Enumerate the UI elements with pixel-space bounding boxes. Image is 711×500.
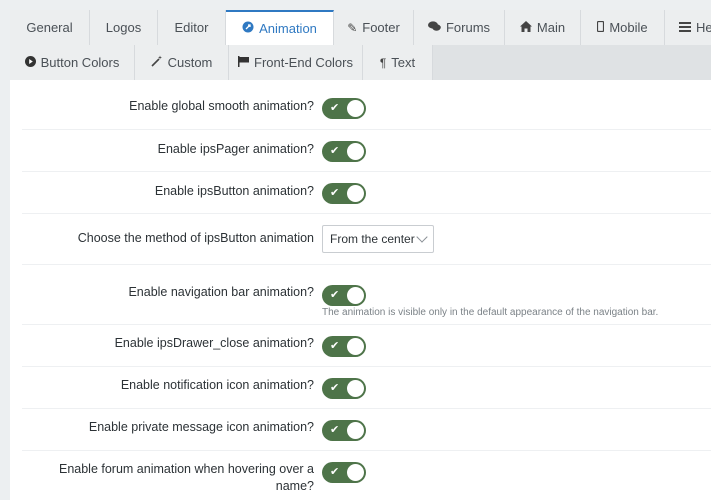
setting-row: Enable notification icon animation? ✔ [22, 367, 711, 409]
setting-label: Choose the method of ipsButton animation [77, 231, 314, 245]
bars-icon [679, 21, 691, 35]
animation-settings-form: Enable global smooth animation? ✔ Enable… [10, 80, 711, 500]
setting-label: Enable global smooth animation? [129, 99, 314, 113]
tab-label: Mobile [609, 20, 648, 35]
setting-row: Enable navigation bar animation? ✔ The a… [22, 265, 711, 325]
check-icon: ✔ [330, 145, 340, 157]
global-smooth-animation-toggle[interactable]: ✔ [322, 98, 366, 119]
tab-footer[interactable]: ✎ Footer [334, 10, 414, 45]
rocket-icon [242, 21, 254, 36]
check-icon: ✔ [330, 382, 340, 394]
tab-label: Footer [362, 20, 400, 35]
setting-row: Enable ipsPager animation? ✔ [22, 130, 711, 172]
tab-mobile[interactable]: Mobile [581, 10, 665, 45]
paragraph-icon: ¶ [379, 55, 387, 70]
setting-label: Enable private message icon animation? [88, 420, 314, 434]
tab-label: Front-End Colors [254, 55, 353, 70]
check-icon: ✔ [330, 340, 340, 352]
tab-label: Main [536, 20, 566, 35]
tab-button-colors[interactable]: Button Colors [10, 45, 135, 80]
comments-icon [427, 20, 441, 35]
tab-label: Animation [259, 21, 317, 36]
setting-description: The animation is visible only in the def… [322, 307, 659, 318]
tab-bar-secondary: Button Colors Custom Front-End Colors ¶ … [10, 45, 711, 80]
settings-panel: General Logos Editor Animation ✎ Footer … [10, 10, 711, 500]
tab-label: Text [391, 55, 416, 70]
magic-wand-icon [151, 55, 163, 70]
check-icon: ✔ [330, 466, 340, 478]
setting-row: Choose the method of ipsButton animation… [22, 214, 711, 265]
tab-editor[interactable]: Editor [158, 10, 226, 45]
home-icon [519, 20, 532, 35]
ipsbutton-animation-method-select[interactable]: From the center [322, 225, 434, 253]
tab-label: Button Colors [40, 55, 120, 70]
pencil-icon: ✎ [347, 20, 358, 35]
flag-icon [238, 55, 250, 70]
tab-label: Logos [105, 20, 142, 35]
tab-forums[interactable]: Forums [414, 10, 505, 45]
setting-row: Enable global smooth animation? ✔ [22, 80, 711, 130]
ipsbutton-animation-toggle[interactable]: ✔ [322, 183, 366, 204]
tab-custom[interactable]: Custom [135, 45, 229, 80]
tab-label: General [26, 20, 73, 35]
check-icon: ✔ [330, 289, 340, 301]
tab-animation[interactable]: Animation [226, 10, 334, 45]
circle-play-icon [24, 55, 36, 70]
tab-label: Editor [174, 20, 209, 35]
tab-bar-primary: General Logos Editor Animation ✎ Footer … [10, 10, 711, 45]
tab-label: Hea [696, 20, 711, 35]
forum-hover-animation-toggle[interactable]: ✔ [322, 462, 366, 483]
setting-label: Enable ipsButton animation? [154, 184, 314, 198]
tab-front-end-colors[interactable]: Front-End Colors [229, 45, 363, 80]
chevron-down-icon [416, 231, 428, 243]
tab-header[interactable]: Hea [665, 10, 711, 45]
private-message-icon-animation-toggle[interactable]: ✔ [322, 420, 366, 441]
check-icon: ✔ [330, 102, 340, 114]
tab-main[interactable]: Main [505, 10, 581, 45]
setting-row: Enable forum animation when hovering ove… [22, 451, 711, 500]
tab-text[interactable]: ¶ Text [363, 45, 433, 80]
setting-row: Enable ipsButton animation? ✔ [22, 172, 711, 214]
setting-label: Enable ipsDrawer_close animation? [114, 336, 314, 350]
check-icon: ✔ [330, 187, 340, 199]
ipsdrawer-close-animation-toggle[interactable]: ✔ [322, 336, 366, 357]
ipspager-animation-toggle[interactable]: ✔ [322, 141, 366, 162]
mobile-icon [597, 20, 605, 35]
tab-label: Forums [445, 20, 491, 35]
tab-logos[interactable]: Logos [90, 10, 158, 45]
setting-row: Enable ipsDrawer_close animation? ✔ [22, 325, 711, 367]
check-icon: ✔ [330, 424, 340, 436]
select-value: From the center [330, 232, 415, 246]
notification-icon-animation-toggle[interactable]: ✔ [322, 378, 366, 399]
navigation-bar-animation-toggle[interactable]: ✔ [322, 285, 366, 306]
setting-row: Enable private message icon animation? ✔ [22, 409, 711, 451]
setting-label: Enable forum animation when hovering ove… [58, 462, 314, 493]
tab-label: Custom [167, 55, 213, 70]
setting-label: Enable navigation bar animation? [128, 285, 314, 299]
setting-label: Enable ipsPager animation? [157, 142, 314, 156]
tab-general[interactable]: General [10, 10, 90, 45]
setting-label: Enable notification icon animation? [120, 378, 314, 392]
